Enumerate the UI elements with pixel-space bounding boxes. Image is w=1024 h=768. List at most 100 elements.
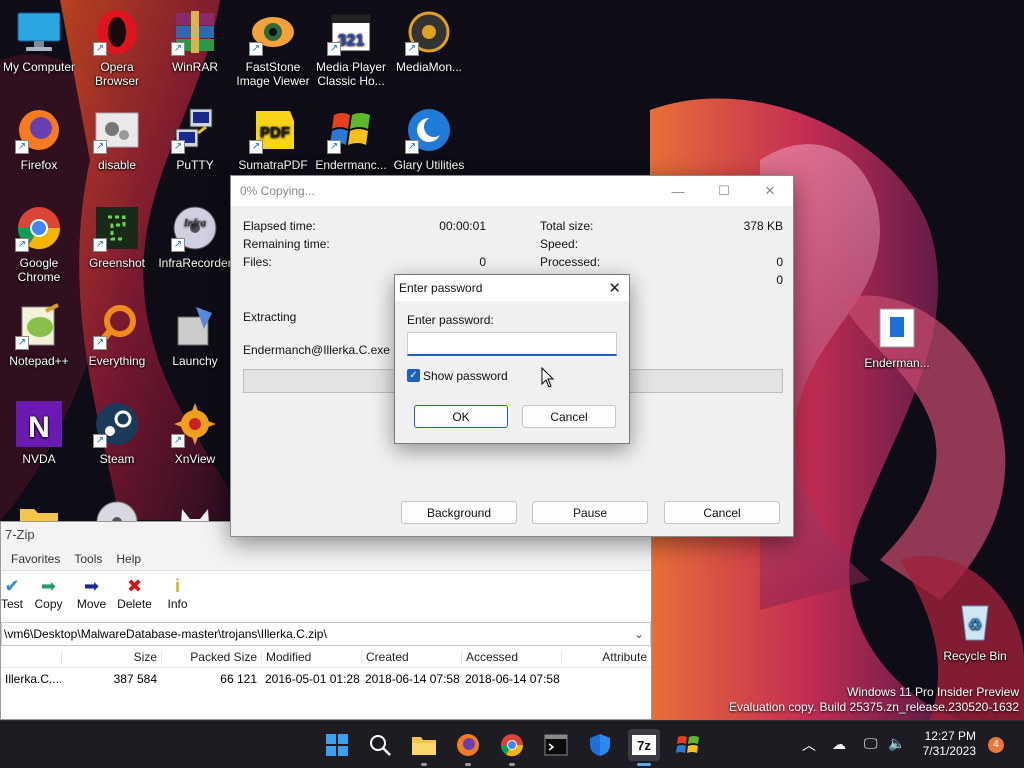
test-button[interactable]: ✔ Test	[1, 575, 23, 611]
desktop-icon-infrarecorder[interactable]: Infra ↗ InfraRecorder	[156, 204, 234, 270]
file-explorer-icon	[412, 737, 436, 755]
desktop-icon-label: SumatraPDF	[238, 158, 308, 172]
delete-button[interactable]: ✖ Delete	[113, 575, 156, 611]
shortcut-arrow-icon: ↗	[171, 434, 185, 448]
recycle-bin-icon: ♻	[951, 597, 999, 645]
elapsed-time-label: Elapsed time:	[243, 219, 316, 233]
mediamonkey-icon: ↗	[405, 8, 453, 56]
menu-help[interactable]: Help	[116, 552, 141, 566]
firefox-icon	[457, 734, 479, 756]
menu-tools[interactable]: Tools	[74, 552, 102, 566]
copy-dialog-title: 0% Copying...	[240, 184, 315, 198]
desktop-icon-mpc[interactable]: 321 ↗ Media Player Classic Ho...	[312, 8, 390, 88]
desktop-icon-opera[interactable]: ↗ Opera Browser	[78, 8, 156, 88]
svg-text:N: N	[28, 411, 50, 444]
checkmark-icon: ✔	[4, 576, 20, 596]
copy-button[interactable]: ➡ Copy	[27, 575, 70, 611]
column-modified[interactable]: Modified	[261, 649, 361, 664]
pause-button[interactable]: Pause	[532, 501, 648, 524]
xnview-icon: ↗	[171, 400, 219, 448]
taskbar-firefox[interactable]	[452, 729, 484, 766]
volume-icon[interactable]: 🔈	[888, 735, 905, 752]
defender-icon	[590, 734, 610, 756]
copy-dialog-titlebar[interactable]: 0% Copying... — ☐ ✕	[231, 176, 793, 206]
background-button[interactable]: Background	[401, 501, 517, 524]
password-input[interactable]	[407, 332, 617, 356]
onedrive-offline-icon[interactable]: ☁	[832, 736, 846, 753]
desktop-icon-winrar[interactable]: ↗ WinRAR	[156, 8, 234, 74]
desktop-icon-firefox[interactable]: ↗ Firefox	[0, 106, 78, 172]
cell-packed: 66 121	[220, 672, 257, 686]
files-label: Files:	[243, 255, 272, 269]
svg-text:PDF: PDF	[260, 124, 290, 141]
minimize-icon[interactable]: —	[655, 176, 701, 206]
chrome-icon: ↗	[15, 204, 63, 252]
svg-text:7z: 7z	[637, 738, 651, 753]
taskbar-terminal[interactable]	[540, 729, 572, 761]
password-field-label: Enter password:	[407, 313, 494, 327]
table-row[interactable]: Illerka.C.... 387 584 66 121 2016-05-01 …	[1, 668, 651, 690]
column-accessed[interactable]: Accessed	[461, 649, 561, 664]
desktop-icon-enderman-doc[interactable]: Enderman...	[858, 304, 936, 370]
desktop-icon-xnview[interactable]: ↗ XnView	[156, 400, 234, 466]
taskbar-7zip[interactable]: 7z	[628, 729, 660, 766]
desktop-icon-nvda[interactable]: N NVDA	[0, 400, 78, 466]
notification-badge[interactable]: 4	[988, 737, 1004, 753]
desktop-icon-disable[interactable]: ↗ disable	[78, 106, 156, 172]
move-arrow-icon: ➡	[83, 576, 100, 596]
desktop-icon-label: Opera Browser	[94, 60, 139, 88]
desktop-icon-greenshot[interactable]: ↗ Greenshot	[78, 204, 156, 270]
close-icon[interactable]: ✕	[747, 176, 793, 206]
notepadpp-icon: ↗	[15, 302, 63, 350]
desktop-icon-everything[interactable]: ↗ Everything	[78, 302, 156, 368]
desktop-icon-launchy[interactable]: Launchy	[156, 302, 234, 368]
svg-text:Infra: Infra	[183, 217, 207, 229]
chevron-up-icon[interactable]: ︿	[802, 735, 816, 755]
column-created[interactable]: Created	[361, 649, 461, 664]
move-button[interactable]: ➡ Move	[70, 575, 113, 611]
clock[interactable]: 12:27 PM 7/31/2023	[923, 729, 976, 759]
column-packed-size[interactable]: Packed Size	[161, 649, 261, 664]
network-icon[interactable]: 🖵	[864, 735, 878, 752]
menu-favorites[interactable]: Favorites	[11, 552, 60, 566]
cancel-button[interactable]: Cancel	[522, 405, 616, 428]
desktop-icon-sumatrapdf[interactable]: PDF ↗ SumatraPDF	[234, 106, 312, 172]
taskbar-chrome[interactable]	[496, 729, 528, 766]
desktop-icon-my-computer[interactable]: My Computer	[0, 8, 78, 74]
desktop-icon-label: Recycle Bin	[943, 649, 1007, 663]
show-password-checkbox[interactable]: ✓	[407, 369, 420, 382]
desktop-icon-notepadpp[interactable]: ↗ Notepad++	[0, 302, 78, 368]
toolbar: ✔ Test ➡ Copy ➡ Move ✖ Delete i Info	[1, 570, 651, 618]
password-dialog-titlebar[interactable]: Enter password ✕	[395, 275, 629, 301]
processed-value: 0	[776, 255, 783, 269]
desktop-icon-recycle-bin[interactable]: ♻ Recycle Bin	[936, 597, 1014, 663]
chevron-down-icon[interactable]: ⌄	[634, 627, 644, 641]
ok-button[interactable]: OK	[414, 405, 508, 428]
desktop-icon-mediamonkey[interactable]: ↗ MediaMon...	[390, 8, 468, 74]
maximize-icon[interactable]: ☐	[701, 176, 747, 206]
address-bar[interactable]: \vm6\Desktop\MalwareDatabase-master\troj…	[1, 622, 651, 646]
taskbar-defender[interactable]	[584, 729, 616, 761]
close-icon[interactable]: ✕	[608, 279, 621, 297]
start-button[interactable]	[321, 729, 353, 761]
desktop-icon-steam[interactable]: ↗ Steam	[78, 400, 156, 466]
column-attributes[interactable]: Attribute	[561, 649, 651, 664]
desktop-icon-glary[interactable]: ↗ Glary Utilities	[390, 106, 468, 172]
info-button[interactable]: i Info	[156, 575, 199, 611]
search-icon	[370, 735, 391, 756]
taskbar-search-button[interactable]	[364, 729, 396, 761]
computer-icon	[15, 8, 63, 56]
desktop-icon-putty[interactable]: ↗ PuTTY	[156, 106, 234, 172]
column-size[interactable]: Size	[61, 649, 161, 664]
desktop-icon-chrome[interactable]: ↗ Google Chrome	[0, 204, 78, 284]
shortcut-arrow-icon: ↗	[93, 434, 107, 448]
show-password-label[interactable]: Show password	[423, 369, 508, 383]
taskbar-file-explorer[interactable]	[408, 729, 440, 766]
shortcut-arrow-icon: ↗	[405, 42, 419, 56]
desktop-icon-endermanch[interactable]: ↗ Endermanc...	[312, 106, 390, 172]
desktop-icon-faststone[interactable]: ↗ FastStone Image Viewer	[234, 8, 312, 88]
winrar-icon: ↗	[171, 8, 219, 56]
taskbar-windows-xp-app[interactable]	[672, 729, 704, 761]
info-icon: i	[174, 576, 180, 596]
cancel-copy-button[interactable]: Cancel	[664, 501, 780, 524]
